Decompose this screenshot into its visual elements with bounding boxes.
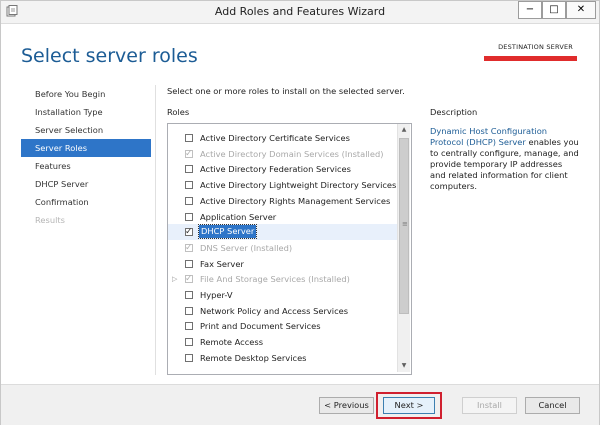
cancel-button[interactable]: Cancel: [525, 397, 580, 414]
role-row: ▷ File And Storage Services (Installed): [168, 271, 398, 287]
nav-divider: [155, 85, 156, 375]
role-row[interactable]: DHCP Server: [168, 224, 398, 241]
role-checkbox[interactable]: [185, 353, 193, 362]
role-label: DNS Server (Installed): [200, 242, 293, 253]
nav-item-before-you-begin[interactable]: Before You Begin: [21, 85, 151, 103]
role-checkbox[interactable]: [185, 181, 193, 190]
destination-server-redacted: [484, 56, 577, 61]
wizard-nav: Before You Begin Installation Type Serve…: [21, 85, 151, 229]
install-button: Install: [462, 397, 517, 414]
maximize-button[interactable]: □: [542, 1, 566, 19]
scroll-up-arrow-icon[interactable]: ▲: [398, 124, 410, 136]
wizard-window: Add Roles and Features Wizard − □ ✕ Sele…: [0, 0, 600, 425]
role-label: Print and Document Services: [200, 321, 321, 332]
role-row[interactable]: Active Directory Rights Management Servi…: [168, 193, 398, 209]
role-label: Active Directory Lightweight Directory S…: [200, 180, 397, 191]
role-checkbox[interactable]: [185, 291, 193, 299]
role-checkbox: [185, 271, 193, 287]
nav-item-server-roles[interactable]: Server Roles: [21, 139, 151, 157]
roles-list[interactable]: Active Directory Certificate Services Act…: [167, 123, 412, 375]
role-checkbox[interactable]: [185, 165, 193, 174]
destination-server-label: DESTINATION SERVER: [498, 43, 573, 51]
role-label: Fax Server: [200, 258, 244, 269]
role-label: Application Server: [200, 211, 277, 222]
description-text: Dynamic Host Configuration Protocol (DHC…: [430, 126, 580, 192]
role-label: DHCP Server: [197, 224, 258, 240]
role-label: Active Directory Domain Services (Instal…: [200, 148, 384, 159]
nav-item-features[interactable]: Features: [21, 157, 151, 175]
role-row[interactable]: Application Server: [168, 209, 398, 225]
role-label: Hyper-V: [200, 290, 233, 300]
nav-item-installation-type[interactable]: Installation Type: [21, 103, 151, 121]
role-row: Active Directory Domain Services (Instal…: [168, 146, 398, 162]
role-checkbox[interactable]: [185, 224, 193, 240]
nav-item-dhcp-server[interactable]: DHCP Server: [21, 175, 151, 193]
role-row[interactable]: Remote Access: [168, 334, 398, 350]
minimize-button[interactable]: −: [518, 1, 542, 19]
scroll-thumb[interactable]: ≡: [399, 138, 409, 314]
role-label: Active Directory Rights Management Servi…: [200, 195, 391, 206]
expand-arrow-icon[interactable]: ▷: [172, 271, 180, 287]
title-bar[interactable]: Add Roles and Features Wizard − □ ✕: [1, 1, 599, 24]
role-checkbox[interactable]: [185, 196, 193, 205]
role-label: Active Directory Federation Services: [200, 164, 351, 175]
roles-heading: Roles: [167, 107, 190, 117]
role-row[interactable]: Active Directory Federation Services: [168, 161, 398, 177]
role-label: Remote Desktop Services: [200, 352, 307, 363]
scroll-grip-icon: ≡: [402, 220, 408, 228]
role-checkbox[interactable]: [185, 134, 193, 142]
role-label: Remote Access: [200, 337, 264, 348]
page-title: Select server roles: [21, 45, 198, 67]
window-title: Add Roles and Features Wizard: [214, 5, 386, 18]
instruction-text: Select one or more roles to install on t…: [167, 86, 405, 96]
role-label: Active Directory Certificate Services: [200, 133, 350, 143]
role-checkbox: [185, 240, 193, 256]
role-row: DNS Server (Installed): [168, 240, 398, 256]
roles-scrollbar[interactable]: ▲ ≡ ▼: [397, 124, 410, 372]
role-row[interactable]: Hyper-V: [168, 287, 398, 303]
role-checkbox[interactable]: [185, 212, 193, 221]
role-row[interactable]: Print and Document Services: [168, 318, 398, 334]
role-row[interactable]: Active Directory Certificate Services: [168, 130, 398, 146]
role-label: File And Storage Services (Installed): [200, 274, 350, 285]
role-row[interactable]: Active Directory Lightweight Directory S…: [168, 177, 398, 193]
close-button[interactable]: ✕: [566, 1, 596, 19]
role-checkbox[interactable]: [185, 338, 193, 347]
nav-item-confirmation[interactable]: Confirmation: [21, 193, 151, 211]
scroll-down-arrow-icon[interactable]: ▼: [398, 360, 410, 372]
role-row[interactable]: Network Policy and Access Services: [168, 303, 398, 319]
next-button-highlight: [376, 392, 442, 419]
role-row[interactable]: Remote Desktop Services: [168, 350, 398, 366]
role-checkbox[interactable]: [185, 259, 193, 268]
nav-item-server-selection[interactable]: Server Selection: [21, 121, 151, 139]
previous-button[interactable]: < Previous: [319, 397, 374, 414]
role-checkbox[interactable]: [185, 322, 193, 331]
role-checkbox[interactable]: [185, 306, 193, 315]
role-row[interactable]: Fax Server: [168, 256, 398, 272]
description-heading: Description: [430, 107, 478, 117]
role-label: Network Policy and Access Services: [200, 305, 349, 316]
nav-item-results: Results: [35, 215, 65, 225]
role-checkbox: [185, 146, 193, 162]
